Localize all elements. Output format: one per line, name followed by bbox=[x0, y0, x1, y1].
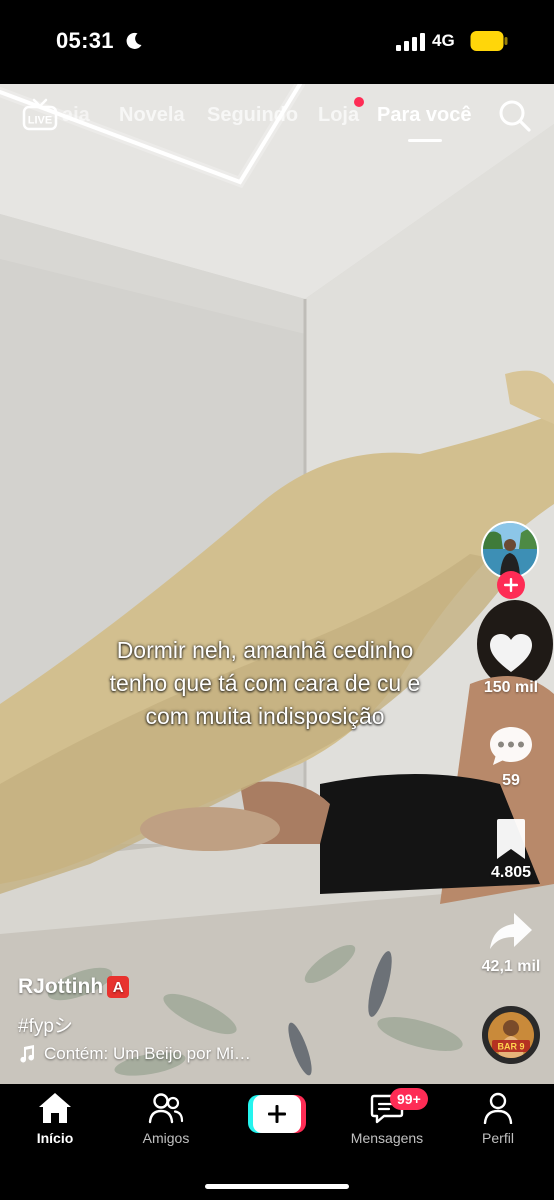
video-caption-overlay: Dormir neh, amanhã cedinho tenho que tá … bbox=[40, 634, 490, 733]
nav-friends[interactable]: Amigos bbox=[116, 1092, 216, 1146]
share-count: 42,1 mil bbox=[481, 958, 541, 975]
home-icon bbox=[39, 1093, 71, 1123]
video-player[interactable] bbox=[0, 84, 554, 1084]
music-row[interactable]: Contém: Um Beijo por Mi… bbox=[18, 1044, 251, 1064]
bookmark-icon[interactable] bbox=[490, 818, 536, 860]
loja-notification-dot bbox=[354, 97, 364, 107]
signal-icon bbox=[396, 33, 425, 51]
tab-regional[interactable]: aia bbox=[62, 104, 100, 127]
follow-button[interactable] bbox=[497, 571, 525, 599]
status-bar: 05:31 4G bbox=[0, 0, 554, 84]
heart-icon[interactable] bbox=[488, 632, 534, 674]
tab-para-voce[interactable]: Para você bbox=[377, 104, 472, 127]
username[interactable]: RJottinh A bbox=[18, 975, 130, 999]
comment-icon[interactable] bbox=[488, 725, 534, 767]
create-button-face bbox=[253, 1095, 301, 1133]
music-disc-cover: BAR 9 bbox=[488, 1012, 534, 1058]
plus-icon bbox=[504, 578, 518, 592]
bookmark-count: 4.805 bbox=[490, 864, 532, 881]
top-nav: LIVE aia Novela Seguindo Loja Para você bbox=[0, 84, 554, 148]
username-text: RJottinh bbox=[18, 975, 104, 998]
status-time: 05:31 bbox=[56, 28, 114, 53]
profile-icon bbox=[483, 1092, 513, 1124]
moon-icon bbox=[126, 32, 142, 49]
active-tab-indicator bbox=[408, 139, 442, 142]
caption-line: tenho que tá com cara de cu e bbox=[109, 670, 421, 696]
music-title: Contém: Um Beijo por Mi… bbox=[44, 1044, 251, 1063]
music-note-icon bbox=[20, 1045, 35, 1063]
messages-badge: 99+ bbox=[390, 1088, 428, 1110]
caption-line: com muita indisposição bbox=[145, 703, 385, 729]
live-label: LIVE bbox=[28, 115, 52, 127]
nav-friends-label: Amigos bbox=[142, 1130, 190, 1146]
nav-home[interactable]: Início bbox=[5, 1092, 105, 1146]
nav-profile-label: Perfil bbox=[482, 1130, 514, 1146]
music-disc-label: BAR 9 bbox=[497, 1042, 524, 1052]
share-icon[interactable] bbox=[488, 911, 534, 953]
live-icon[interactable]: LIVE bbox=[22, 98, 58, 132]
nav-profile[interactable]: Perfil bbox=[448, 1092, 548, 1146]
nav-home-label: Início bbox=[36, 1130, 74, 1146]
hashtag[interactable]: #fypシ bbox=[18, 1011, 73, 1038]
network-label: 4G bbox=[432, 31, 455, 50]
plus-icon bbox=[268, 1105, 286, 1123]
music-disc[interactable]: BAR 9 bbox=[482, 1006, 540, 1064]
video-scene bbox=[0, 84, 554, 1084]
home-indicator bbox=[205, 1184, 349, 1189]
nav-messages-label: Mensagens bbox=[350, 1130, 424, 1146]
avatar-image bbox=[483, 523, 537, 577]
tab-loja[interactable]: Loja bbox=[318, 104, 359, 127]
friends-icon bbox=[148, 1093, 184, 1124]
bottom-nav: Início Amigos Mensagens 99+ Perfil bbox=[0, 1084, 554, 1200]
tab-seguindo[interactable]: Seguindo bbox=[207, 104, 298, 127]
create-button[interactable] bbox=[248, 1095, 306, 1133]
like-count: 150 mil bbox=[483, 679, 539, 696]
search-icon[interactable] bbox=[498, 99, 532, 133]
tab-novela[interactable]: Novela bbox=[119, 104, 185, 127]
username-badge: A bbox=[107, 976, 130, 998]
comment-count: 59 bbox=[502, 772, 520, 789]
battery-icon bbox=[470, 31, 508, 51]
caption-line: Dormir neh, amanhã cedinho bbox=[116, 637, 414, 663]
